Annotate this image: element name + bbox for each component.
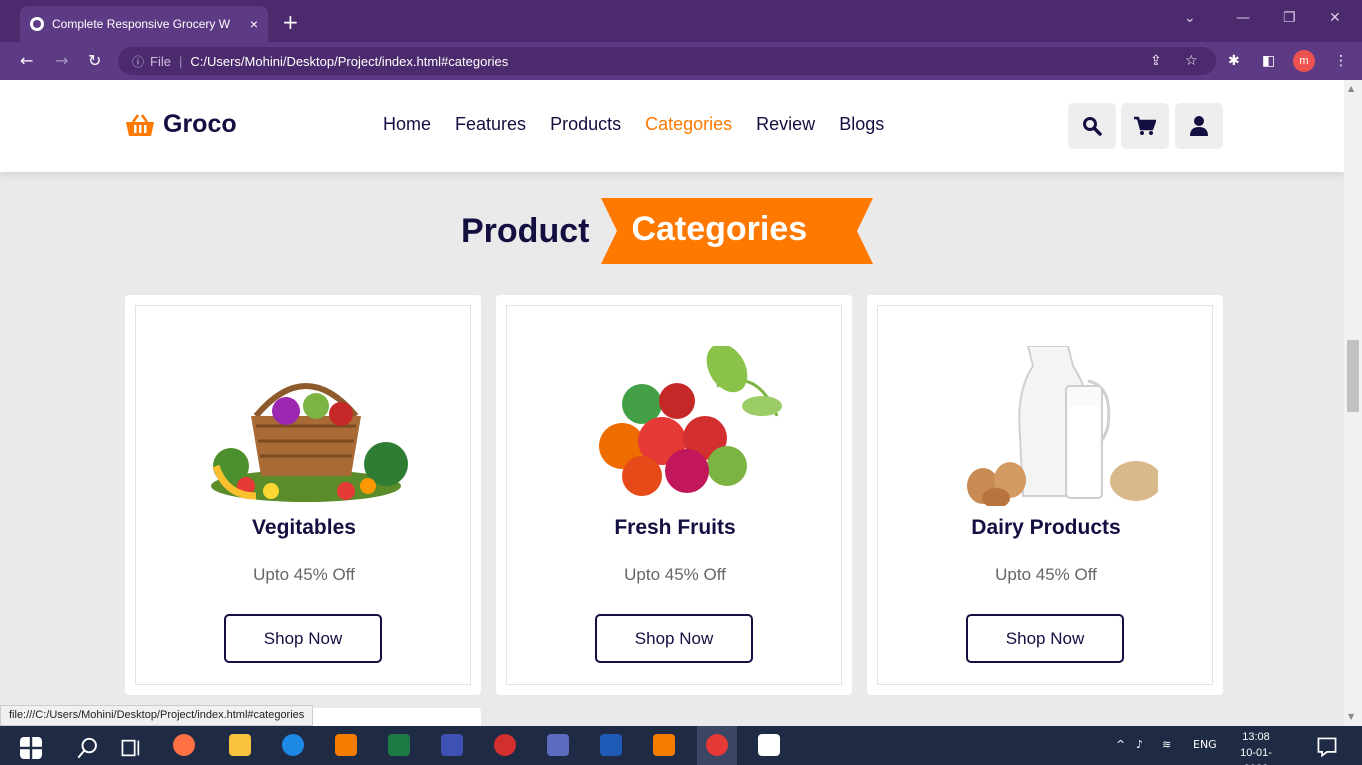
category-title: Fresh Fruits — [614, 516, 736, 539]
file-explorer-icon[interactable] — [229, 734, 251, 756]
cart-button[interactable] — [1121, 103, 1169, 149]
restore-icon[interactable]: ❐ — [1283, 10, 1296, 26]
shop-now-button[interactable]: Shop Now — [966, 614, 1124, 663]
nav-categories[interactable]: Categories — [645, 114, 732, 135]
globe-icon — [30, 17, 44, 31]
user-icon — [1190, 116, 1208, 136]
sublime-icon[interactable] — [653, 734, 675, 756]
page-scrollbar[interactable]: ▲ ▼ — [1344, 80, 1362, 726]
status-link-preview: file:///C:/Users/Mohini/Desktop/Project/… — [0, 705, 314, 726]
web-page: Groco Home Features Products Categories … — [0, 80, 1344, 726]
vegetable-basket-image — [211, 383, 408, 502]
close-window-icon[interactable]: ✕ — [1329, 10, 1341, 26]
task-view-icon[interactable] — [120, 737, 142, 759]
back-icon[interactable]: ← — [20, 51, 33, 70]
taskbar-clock[interactable]: 13:08 10-01-2023 — [1230, 729, 1282, 765]
extensions-icon[interactable]: ✱ — [1228, 53, 1240, 69]
fruits-image — [599, 346, 782, 496]
address-bar-row: ← → ↻ ⓘ File | C:/Users/Mohini/Desktop/P… — [0, 42, 1362, 80]
nav-products[interactable]: Products — [550, 114, 621, 135]
basket-icon — [126, 113, 154, 136]
excel-icon[interactable] — [388, 734, 410, 756]
notification-icon[interactable] — [1316, 736, 1338, 758]
nav-home[interactable]: Home — [383, 114, 431, 135]
heading-highlight-text: Categories — [631, 210, 808, 248]
heading-dark-text: Product — [461, 211, 590, 250]
cart-icon — [1134, 116, 1156, 135]
tab-close-button[interactable]: × — [250, 16, 258, 32]
search-icon — [1083, 117, 1102, 136]
clock-time: 13:08 — [1242, 731, 1270, 743]
category-title: Dairy Products — [971, 516, 1121, 539]
section-heading: Product Categories — [461, 198, 874, 264]
side-panel-icon[interactable]: ◧ — [1262, 53, 1275, 69]
category-offer: Upto 45% Off — [624, 565, 726, 584]
word-icon[interactable] — [600, 734, 622, 756]
wifi-icon[interactable]: ≋ — [1162, 738, 1171, 751]
heading-highlight: Categories — [601, 198, 874, 264]
volume-icon[interactable]: ♪ — [1136, 738, 1143, 751]
browser-tab-bar: Complete Responsive Grocery W × + ⌄ — ❐ … — [0, 0, 1362, 42]
site-header: Groco Home Features Products Categories … — [0, 80, 1344, 172]
tab-title: Complete Responsive Grocery W — [52, 17, 231, 31]
category-card: Dairy Products Upto 45% Off Shop Now — [867, 295, 1223, 695]
url-text: C:/Users/Mohini/Desktop/Project/index.ht… — [190, 53, 509, 69]
reload-icon[interactable]: ↻ — [88, 51, 101, 70]
minimize-icon[interactable]: — — [1236, 10, 1250, 26]
category-title: Vegitables — [252, 516, 356, 539]
nav-review[interactable]: Review — [756, 114, 815, 135]
shop-now-button[interactable]: Shop Now — [595, 614, 753, 663]
category-card: Fresh Fruits Upto 45% Off Shop Now — [496, 295, 852, 695]
category-card: Vegitables Upto 45% Off Shop Now — [125, 295, 481, 695]
nav-blogs[interactable]: Blogs — [839, 114, 884, 135]
language-indicator[interactable]: ENG — [1193, 738, 1217, 751]
photos-icon[interactable] — [758, 734, 780, 756]
browser-menu-icon[interactable]: ⋮ — [1334, 53, 1348, 69]
clock-date: 10-01-2023 — [1240, 747, 1272, 765]
bookmark-star-icon[interactable]: ☆ — [1185, 53, 1198, 69]
url-scheme: File — [150, 53, 171, 69]
profile-avatar[interactable]: m — [1293, 50, 1315, 72]
new-tab-button[interactable]: + — [282, 10, 299, 34]
chrome-icon[interactable] — [706, 734, 728, 756]
scroll-up-icon[interactable]: ▲ — [1348, 84, 1354, 93]
category-offer: Upto 45% Off — [253, 565, 355, 584]
logo-text: Groco — [163, 110, 237, 138]
share-icon[interactable]: ⇪ — [1150, 53, 1162, 69]
forward-icon[interactable]: → — [55, 51, 68, 70]
url-input[interactable]: ⓘ File | C:/Users/Mohini/Desktop/Project… — [118, 47, 1216, 75]
scrollbar-thumb[interactable] — [1347, 340, 1359, 412]
tray-chevron-icon[interactable]: ^ — [1116, 738, 1125, 751]
firefox-icon[interactable] — [173, 734, 195, 756]
app-icon[interactable] — [547, 734, 569, 756]
tab-search-icon[interactable]: ⌄ — [1184, 10, 1196, 26]
info-icon[interactable]: ⓘ — [132, 53, 144, 70]
app-icon[interactable] — [494, 734, 516, 756]
dairy-image — [967, 346, 1158, 506]
site-logo[interactable]: Groco — [125, 110, 237, 139]
windows-taskbar: ^ ♪ ≋ ENG 13:08 10-01-2023 — [0, 726, 1362, 765]
url-separator: | — [178, 53, 183, 69]
search-button[interactable] — [1068, 103, 1116, 149]
browser-tab[interactable]: Complete Responsive Grocery W × — [20, 6, 268, 42]
main-nav: Home Features Products Categories Review… — [383, 114, 884, 135]
search-icon[interactable] — [77, 737, 99, 759]
defender-icon[interactable] — [441, 734, 463, 756]
category-offer: Upto 45% Off — [995, 565, 1097, 584]
scroll-down-icon[interactable]: ▼ — [1348, 712, 1354, 721]
user-button[interactable] — [1175, 103, 1223, 149]
windows-start-icon[interactable] — [20, 737, 42, 759]
edge-icon[interactable] — [282, 734, 304, 756]
shop-now-button[interactable]: Shop Now — [224, 614, 382, 663]
nav-features[interactable]: Features — [455, 114, 526, 135]
sublime-icon[interactable] — [335, 734, 357, 756]
